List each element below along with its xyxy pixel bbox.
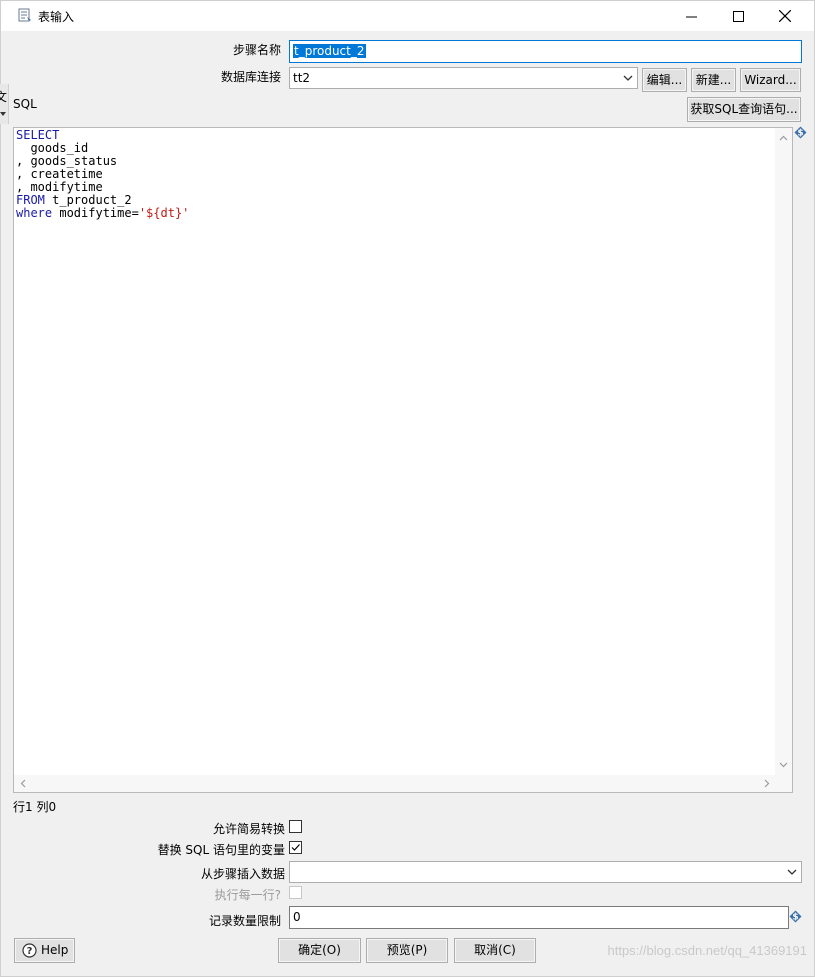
chevron-down-icon xyxy=(787,869,797,875)
scroll-left-icon[interactable] xyxy=(19,779,28,788)
help-label: Help xyxy=(41,943,69,957)
svg-text:$: $ xyxy=(792,913,798,923)
new-connection-button[interactable]: 新建... xyxy=(691,68,736,92)
sql-editor[interactable]: SELECT goods_id, goods_status, createtim… xyxy=(13,127,793,793)
horizontal-scrollbar[interactable] xyxy=(14,775,792,792)
help-button[interactable]: ? Help xyxy=(14,938,75,963)
watermark-text: https://blog.csdn.net/qq_41369191 xyxy=(607,943,808,958)
limit-label: 记录数量限制 xyxy=(208,914,281,928)
maximize-button[interactable] xyxy=(715,1,761,31)
minimize-button[interactable] xyxy=(668,1,714,31)
checkmark-icon xyxy=(291,844,300,851)
background-arrow-icon xyxy=(0,112,6,118)
svg-text:?: ? xyxy=(27,946,33,957)
minimize-icon xyxy=(685,16,697,17)
connection-label: 数据库连接 xyxy=(220,70,281,84)
get-sql-button[interactable]: 获取SQL查询语句... xyxy=(687,97,801,122)
chevron-down-icon xyxy=(623,75,633,81)
preview-button[interactable]: 预览(P) xyxy=(366,938,448,963)
replace-vars-checkbox[interactable] xyxy=(289,841,302,854)
limit-input[interactable]: 0 xyxy=(289,906,789,929)
ok-button[interactable]: 确定(O) xyxy=(278,938,361,963)
table-input-icon xyxy=(18,8,31,22)
sql-label: SQL xyxy=(13,97,37,111)
svg-text:$: $ xyxy=(797,129,803,139)
variable-icon: $ xyxy=(794,126,807,139)
connection-value: tt2 xyxy=(293,71,311,85)
cancel-button[interactable]: 取消(C) xyxy=(454,938,536,963)
background-fragment-text: 文 xyxy=(0,90,8,104)
close-icon xyxy=(779,10,791,22)
step-name-label: 步骤名称 xyxy=(232,43,281,57)
replace-vars-label: 替换 SQL 语句里的变量 xyxy=(157,843,285,857)
edit-connection-button[interactable]: 编辑... xyxy=(642,68,687,92)
scroll-right-icon[interactable] xyxy=(762,779,771,788)
insert-from-step-label: 从步骤插入数据 xyxy=(200,867,285,881)
scroll-down-icon[interactable] xyxy=(779,760,788,769)
scroll-up-icon[interactable] xyxy=(779,134,788,143)
insert-from-step-select[interactable] xyxy=(289,861,802,883)
execute-each-row-checkbox[interactable] xyxy=(289,886,302,899)
connection-select[interactable]: tt2 xyxy=(289,67,638,89)
vertical-scrollbar[interactable] xyxy=(775,128,792,776)
step-name-value: t_product_2 xyxy=(293,44,366,58)
close-button[interactable] xyxy=(762,1,808,31)
help-icon: ? xyxy=(22,943,37,958)
execute-each-row-label: 执行每一行? xyxy=(214,888,281,902)
cursor-position: 行1 列0 xyxy=(13,800,57,814)
sql-line: where modifytime='${dt}' xyxy=(16,206,190,220)
sql-code[interactable]: SELECT goods_id, goods_status, createtim… xyxy=(16,129,189,220)
lazy-conversion-checkbox[interactable] xyxy=(289,820,302,833)
window-title: 表输入 xyxy=(38,10,75,24)
limit-value: 0 xyxy=(293,910,301,924)
maximize-icon xyxy=(732,10,744,22)
lazy-conversion-label: 允许简易转换 xyxy=(212,822,285,836)
step-name-input[interactable]: t_product_2 xyxy=(289,40,802,63)
variable-icon: $ xyxy=(789,910,802,923)
wizard-button[interactable]: Wizard... xyxy=(740,68,801,92)
background-window-fragment: 文 xyxy=(0,84,9,124)
